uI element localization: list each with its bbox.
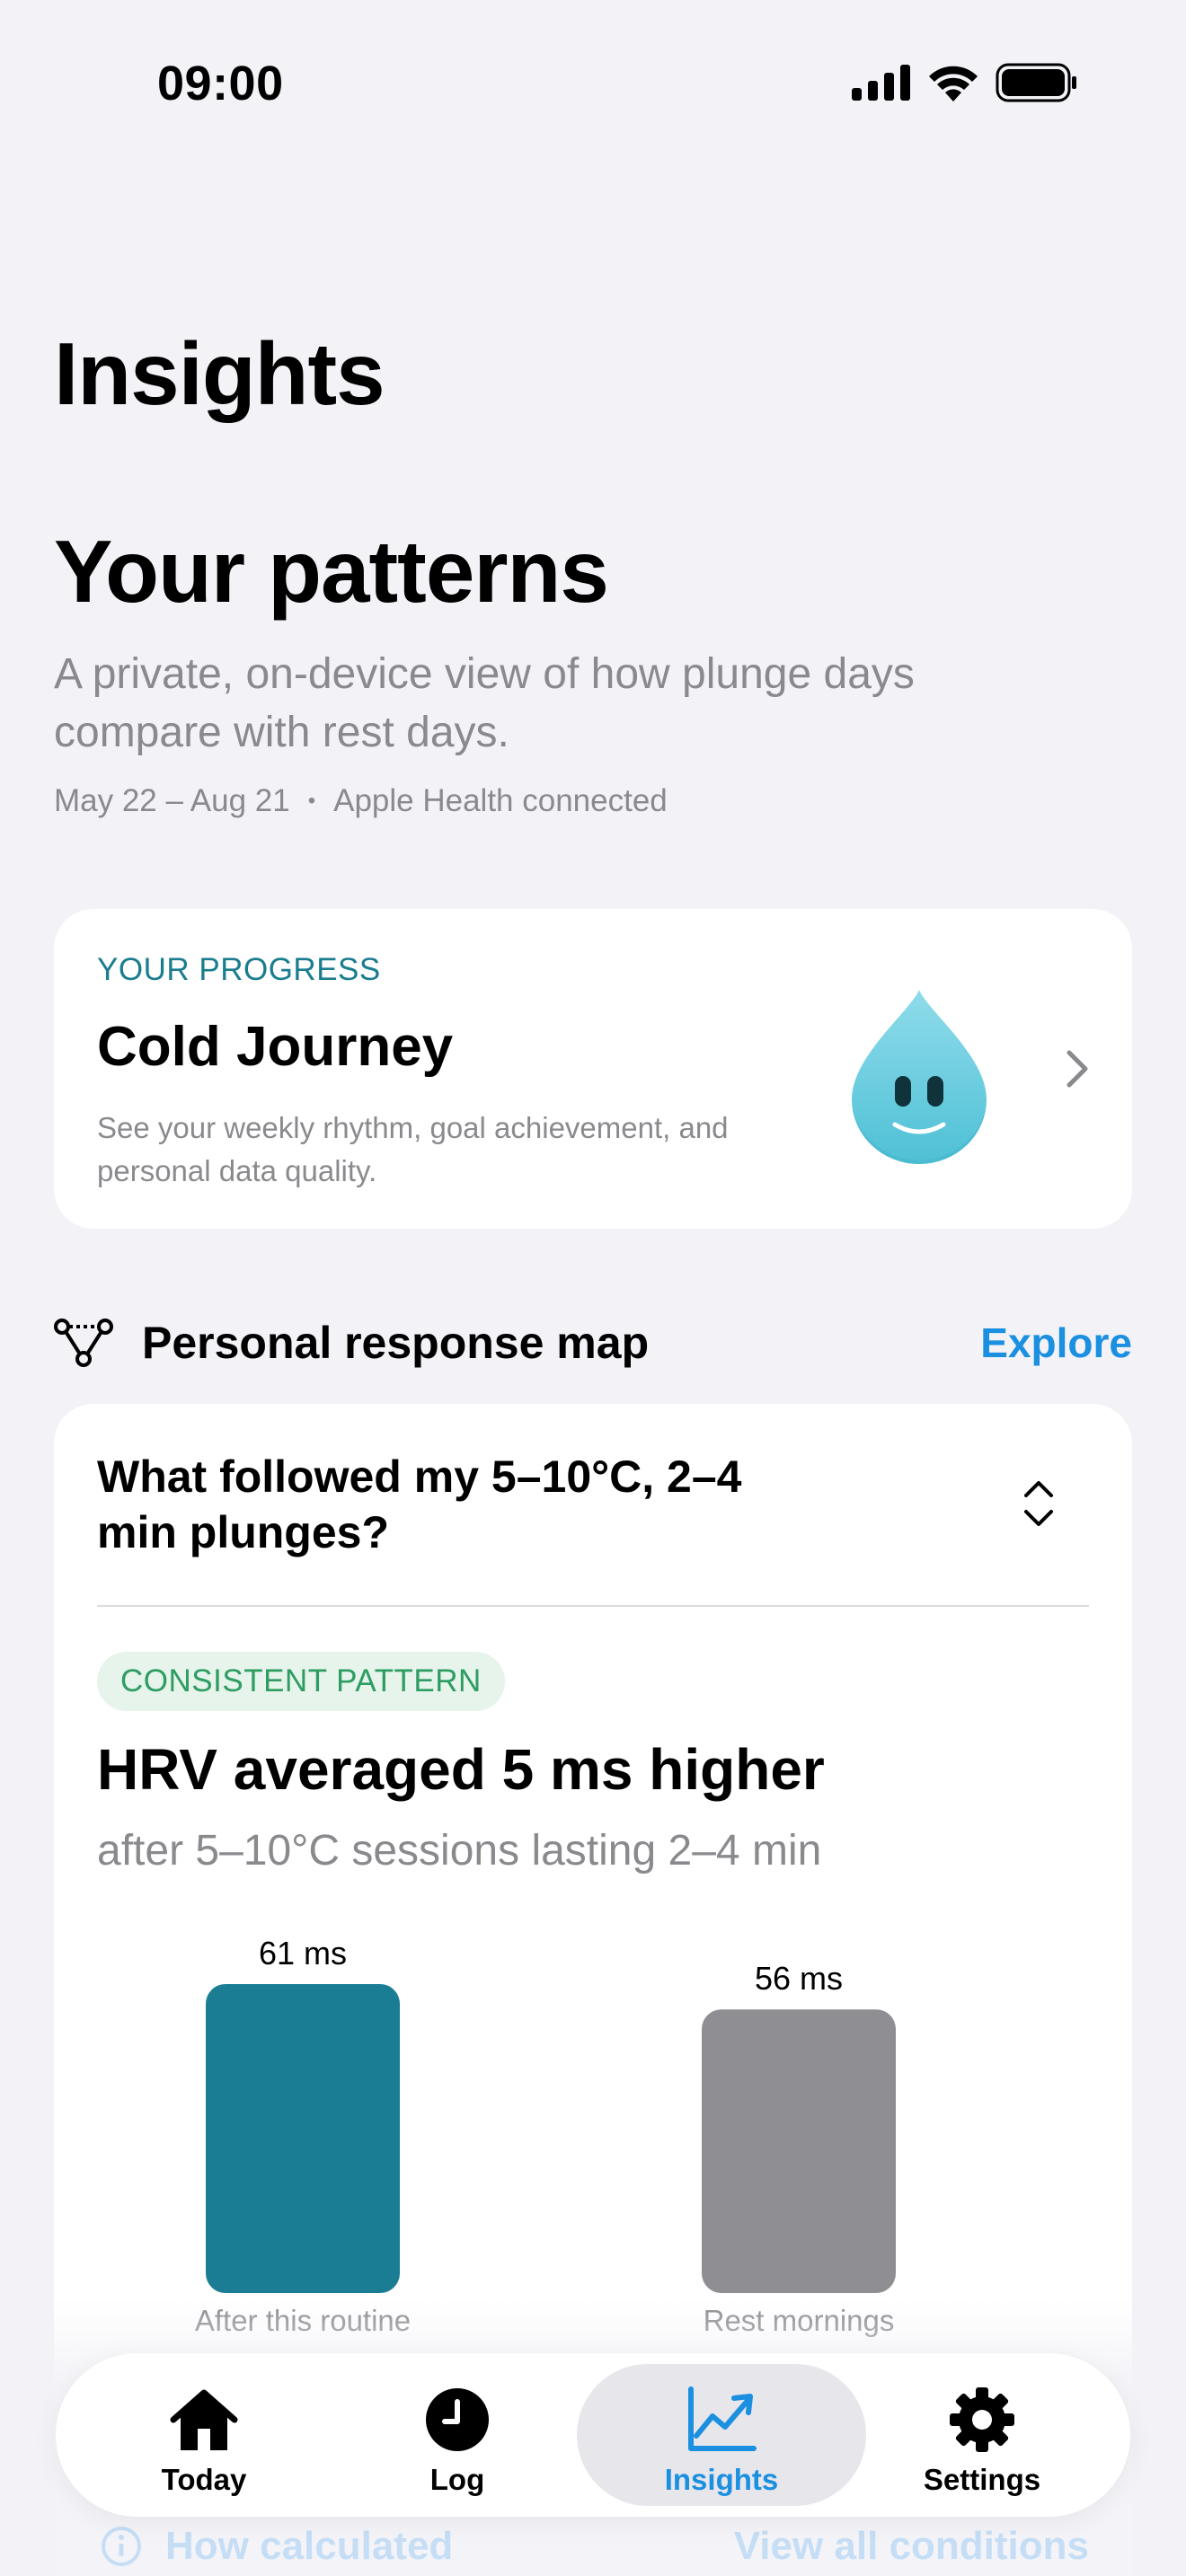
tab-label: Log <box>429 2463 485 2496</box>
progress-title: Cold Journey <box>97 1016 454 1078</box>
tab-label: Insights <box>664 2463 779 2496</box>
battery-icon <box>996 63 1076 102</box>
page-title: Insights <box>54 324 385 423</box>
bar-1 <box>702 2009 896 2293</box>
tab-label: Today <box>161 2463 247 2496</box>
tab-today[interactable]: Today <box>77 2364 331 2506</box>
progress-eyebrow: YOUR PROGRESS <box>97 952 381 987</box>
hero-subtitle: A private, on-device view of how plunge … <box>54 650 915 756</box>
house-icon <box>170 2389 238 2450</box>
insights-screen: 09:00 Insights Your patterns A private, … <box>0 0 1186 2576</box>
network-graph-icon <box>54 1319 113 1367</box>
how-calculated-link[interactable]: How calculated <box>101 2524 453 2569</box>
cold-journey-card[interactable]: YOUR PROGRESS Cold Journey See your week… <box>54 909 1132 1229</box>
hero-title: Your patterns <box>54 522 609 621</box>
bar-value-label: 61 ms <box>259 1935 347 1972</box>
wifi-icon <box>929 66 978 101</box>
date-range: May 22 – Aug 21 <box>54 783 290 818</box>
health-status: Apple Health connected <box>333 783 668 818</box>
gear-icon <box>950 2387 1014 2452</box>
bar-value-label: 56 ms <box>755 1960 843 1997</box>
tab-log[interactable]: Log <box>331 2364 584 2506</box>
status-time: 09:00 <box>157 57 284 110</box>
meta-separator: • <box>307 789 316 813</box>
tab-bar: Today Log Insights Settings <box>56 2353 1130 2517</box>
bar-0 <box>206 1984 400 2293</box>
tab-insights[interactable]: Insights <box>577 2364 866 2506</box>
clock-icon <box>426 2388 489 2451</box>
chart-line-icon <box>688 2386 757 2451</box>
footer-links: How calculated View all conditions <box>101 2524 1089 2569</box>
response-map-header: Personal response map Explore <box>54 1311 1132 1374</box>
response-map-title: Personal response map <box>142 1318 650 1368</box>
status-icons <box>852 63 1078 102</box>
water-drop-mascot-icon <box>852 990 987 1164</box>
cellular-signal-icon <box>852 65 910 101</box>
tab-label: Settings <box>923 2463 1041 2496</box>
how-calculated-label: How calculated <box>165 2524 454 2568</box>
explore-button[interactable]: Explore <box>980 1319 1132 1367</box>
hero-meta: May 22 – Aug 21 • Apple Health connected <box>54 783 668 819</box>
chevron-right-icon <box>1067 1050 1088 1088</box>
info-icon <box>102 2527 141 2566</box>
tab-settings[interactable]: Settings <box>855 2364 1109 2506</box>
view-all-conditions-link[interactable]: View all conditions <box>734 2524 1089 2569</box>
progress-description: See your weekly rhythm, goal achievement… <box>97 1111 729 1187</box>
